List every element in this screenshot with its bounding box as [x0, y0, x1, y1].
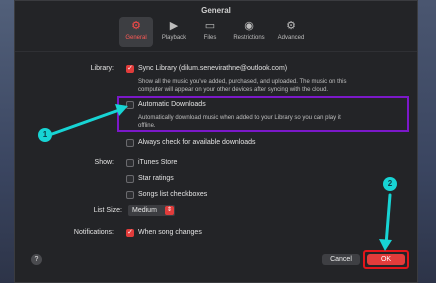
- arrow-1-line: [50, 107, 124, 136]
- arrow-2-line: [384, 193, 392, 247]
- arrow-2-head: [379, 239, 392, 251]
- annotation-marker-2: 2: [383, 177, 397, 191]
- annotation-arrows: [50, 104, 392, 251]
- annotation-marker-1: 1: [38, 128, 52, 142]
